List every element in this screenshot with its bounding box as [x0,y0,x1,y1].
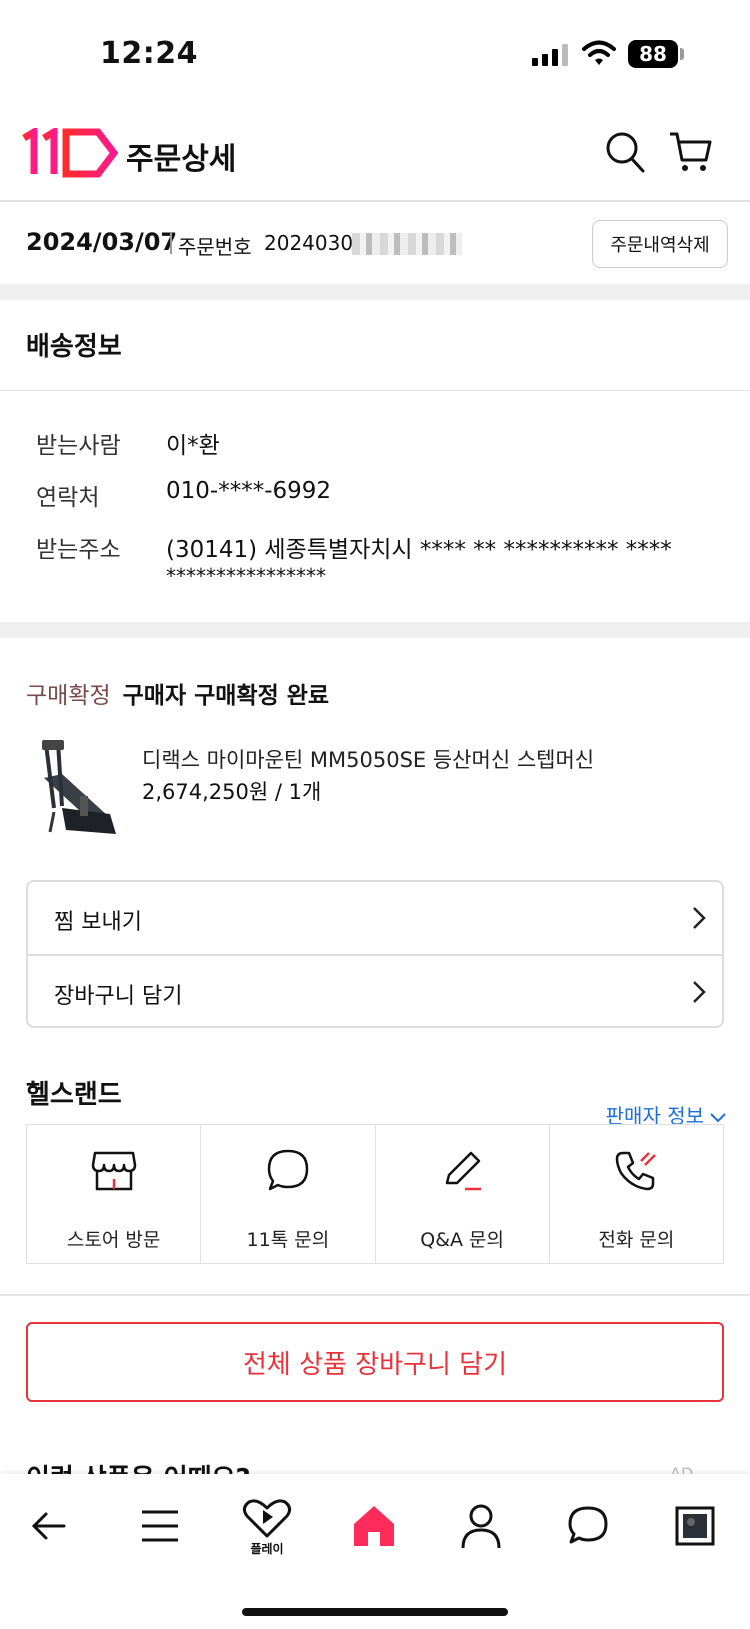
battery-icon: 88 [628,40,678,68]
search-icon[interactable] [604,130,646,174]
chevron-down-icon [710,1112,726,1122]
phone-inquiry-tile[interactable]: 전화 문의 [550,1125,723,1263]
shipping-title: 배송정보 [26,332,122,362]
chat-bubble-icon [267,1149,309,1191]
product-actions: 찜 보내기 장바구니 담기 [26,880,724,1028]
order-number-label: 주문번호 [178,235,252,259]
product-price: 2,674,250원 / 1개 [142,780,322,804]
talk-tab[interactable] [558,1496,618,1556]
contact-value: 010-****-6992 [166,478,332,504]
section-gap [0,284,750,300]
purchase-status: 구매확정 구매자 구매확정 완료 [26,676,329,710]
phone-icon [616,1151,657,1191]
11talk-inquiry-label: 11톡 문의 [246,1229,330,1251]
divider [0,390,750,391]
chevron-right-icon [693,981,706,1003]
qna-inquiry-tile[interactable]: Q&A 문의 [376,1125,550,1263]
divider [170,232,172,254]
recent-product-thumbnail-icon [675,1506,715,1546]
page-title: 주문상세 [126,142,237,177]
recipient-label: 받는사람 [36,433,121,459]
person-icon [461,1504,501,1549]
back-button[interactable] [24,1496,84,1556]
product-thumbnail[interactable] [36,738,126,838]
status-bar: 12:24 88 [0,0,750,110]
chevron-right-icon [693,907,706,929]
my-page-tab[interactable] [451,1496,511,1556]
order-date: 2024/03/07 [26,228,178,256]
product-item[interactable]: 디랙스 마이마운틴 MM5050SE 등산머신 스텝머신 2,674,250원 … [26,734,726,844]
clock: 12:24 [100,36,198,71]
product-name[interactable]: 디랙스 마이마운틴 MM5050SE 등산머신 스텝머신 [142,744,594,774]
recipient-value: 이*환 [166,433,220,459]
store-visit-tile[interactable]: 스토어 방문 [27,1125,202,1263]
wish-send-label: 찜 보내기 [54,910,142,935]
home-tab[interactable] [344,1496,404,1556]
add-to-cart-label: 장바구니 담기 [54,984,183,1009]
wifi-icon [582,40,616,65]
contact-label: 연락처 [36,485,100,511]
address-line1: (30141) 세종특별자치시 **** ** ********** **** [166,537,672,563]
store-icon [91,1151,136,1191]
wish-send-row[interactable]: 찜 보내기 [28,882,722,954]
11st-logo[interactable] [22,128,118,178]
play-label: 플레이 [250,1542,284,1556]
status-badge: 구매확정 [26,683,111,709]
recent-product-tab[interactable] [665,1496,725,1556]
hamburger-menu-icon [142,1510,178,1542]
chat-bubble-icon [568,1506,608,1544]
delete-order-button[interactable]: 주문내역삭제 [592,220,728,268]
store-visit-label: 스토어 방문 [66,1229,161,1251]
divider [0,1294,750,1296]
address-line2: **************** [166,564,326,588]
battery-cap [680,48,684,60]
menu-button[interactable] [130,1496,190,1556]
seller-name: 헬스랜드 [26,1080,122,1110]
add-to-cart-row[interactable]: 장바구니 담기 [28,956,722,1028]
order-number: 20240307 [264,231,366,255]
bottom-tab-bar: 플레이 [0,1474,750,1629]
order-number-mask [352,233,462,255]
home-icon [354,1506,394,1546]
cart-icon[interactable] [668,130,712,174]
address-label: 받는주소 [36,537,121,563]
seller-contact-tiles: 스토어 방문 11톡 문의 Q&A 문의 전화 문의 [26,1124,724,1264]
11talk-inquiry-tile[interactable]: 11톡 문의 [201,1125,376,1263]
play-tab[interactable]: 플레이 [237,1496,297,1556]
qna-inquiry-label: Q&A 문의 [420,1229,505,1251]
order-summary-bar: 2024/03/07 주문번호 20240307 주문내역삭제 [0,204,750,282]
cellular-signal-icon [532,44,568,66]
phone-inquiry-label: 전화 문의 [598,1229,675,1251]
recommend-title: 이런 상품은 어때요? [26,1458,251,1474]
add-all-to-cart-button[interactable]: 전체 상품 장바구니 담기 [26,1322,724,1402]
play-heart-icon [242,1499,292,1538]
pencil-icon [445,1151,482,1191]
status-description: 구매자 구매확정 완료 [122,683,330,709]
arrow-left-icon [31,1512,66,1540]
home-indicator [242,1608,508,1616]
app-header: 주문상세 [0,110,750,202]
section-gap [0,622,750,638]
